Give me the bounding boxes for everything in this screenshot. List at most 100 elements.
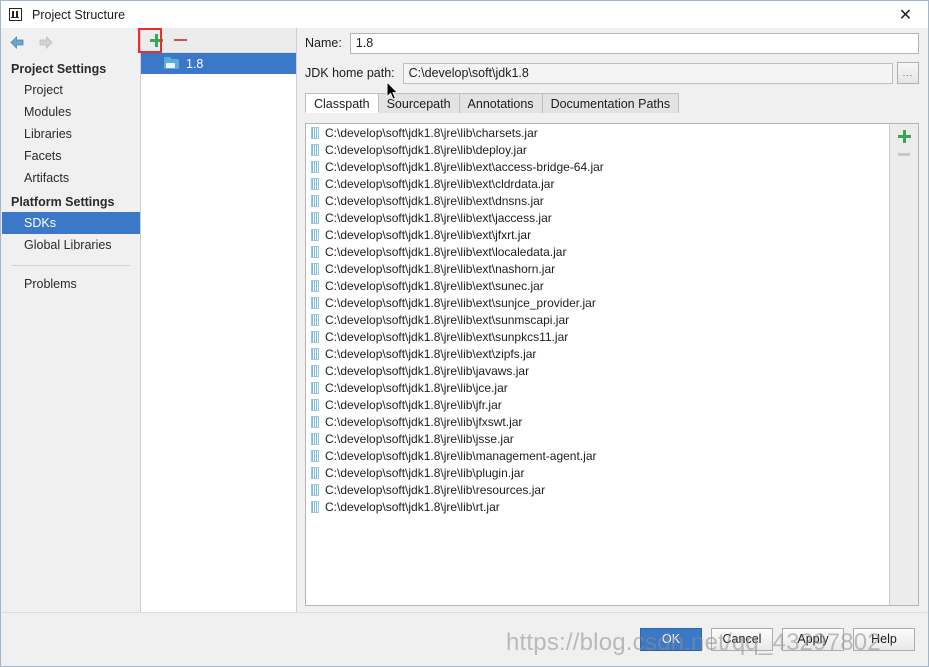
sdk-list-item[interactable]: 1.8 [141,53,296,74]
classpath-row-label: C:\develop\soft\jdk1.8\jre\lib\ext\dnsns… [325,193,544,208]
sdk-list-pane: 1.8 [141,28,297,614]
classpath-row-label: C:\develop\soft\jdk1.8\jre\lib\javaws.ja… [325,363,530,378]
jdk-home-path-input[interactable] [402,62,893,84]
tab-sourcepath[interactable]: Sourcepath [377,93,460,113]
classpath-row[interactable]: C:\develop\soft\jdk1.8\jre\lib\ext\sunjc… [306,294,889,311]
jar-icon [311,245,319,258]
sidebar-item-modules[interactable]: Modules [2,101,140,123]
name-field-row: Name: [297,28,927,58]
classpath-row-label: C:\develop\soft\jdk1.8\jre\lib\ext\sunjc… [325,295,596,310]
classpath-row-label: C:\develop\soft\jdk1.8\jre\lib\ext\local… [325,244,567,259]
window-title: Project Structure [32,7,126,22]
jar-icon [311,449,319,462]
classpath-row-label: C:\develop\soft\jdk1.8\jre\lib\ext\sunpk… [325,329,569,344]
classpath-row[interactable]: C:\develop\soft\jdk1.8\jre\lib\resources… [306,481,889,498]
jar-icon [311,194,319,207]
classpath-row[interactable]: C:\develop\soft\jdk1.8\jre\lib\ext\jacce… [306,209,889,226]
titlebar: Project Structure ✕ [1,1,928,28]
classpath-row[interactable]: C:\develop\soft\jdk1.8\jre\lib\ext\zipfs… [306,345,889,362]
jar-icon [311,262,319,275]
add-classpath-entry-button[interactable] [898,130,911,143]
tab-annotations[interactable]: Annotations [458,93,543,113]
classpath-row[interactable]: C:\develop\soft\jdk1.8\jre\lib\plugin.ja… [306,464,889,481]
classpath-row[interactable]: C:\develop\soft\jdk1.8\jre\lib\jfr.jar [306,396,889,413]
classpath-row[interactable]: C:\develop\soft\jdk1.8\jre\lib\ext\dnsns… [306,192,889,209]
jar-icon [311,415,319,428]
jar-icon [311,228,319,241]
classpath-row[interactable]: C:\develop\soft\jdk1.8\jre\lib\ext\sunms… [306,311,889,328]
jar-icon [311,143,319,156]
sdk-list-item-label: 1.8 [186,56,204,71]
jar-icon [311,313,319,326]
cancel-button[interactable]: Cancel [711,627,773,651]
browse-jdk-home-button[interactable]: ... [897,62,919,84]
classpath-row[interactable]: C:\develop\soft\jdk1.8\jre\lib\jce.jar [306,379,889,396]
classpath-row[interactable]: C:\develop\soft\jdk1.8\jre\lib\ext\acces… [306,158,889,175]
classpath-row[interactable]: C:\develop\soft\jdk1.8\jre\lib\ext\jfxrt… [306,226,889,243]
jar-icon [311,500,319,513]
sidebar-divider [12,265,130,266]
classpath-row-label: C:\develop\soft\jdk1.8\jre\lib\managemen… [325,448,597,463]
jar-icon [311,381,319,394]
classpath-row[interactable]: C:\develop\soft\jdk1.8\jre\lib\rt.jar [306,498,889,515]
classpath-row-label: C:\develop\soft\jdk1.8\jre\lib\ext\sunms… [325,312,570,327]
classpath-row[interactable]: C:\develop\soft\jdk1.8\jre\lib\jsse.jar [306,430,889,447]
classpath-row[interactable]: C:\develop\soft\jdk1.8\jre\lib\javaws.ja… [306,362,889,379]
classpath-row-label: C:\develop\soft\jdk1.8\jre\lib\ext\cldrd… [325,176,555,191]
ok-button[interactable]: OK [640,627,702,651]
jar-icon [311,432,319,445]
name-input[interactable] [349,32,919,54]
sidebar-item-project[interactable]: Project [2,79,140,101]
arrow-right-icon[interactable] [37,35,54,50]
jar-icon [311,466,319,479]
classpath-list[interactable]: C:\develop\soft\jdk1.8\jre\lib\charsets.… [305,123,889,606]
classpath-row-label: C:\develop\soft\jdk1.8\jre\lib\jfxswt.ja… [325,414,523,429]
classpath-row[interactable]: C:\develop\soft\jdk1.8\jre\lib\managemen… [306,447,889,464]
close-icon[interactable]: ✕ [883,1,928,28]
classpath-row-label: C:\develop\soft\jdk1.8\jre\lib\jsse.jar [325,431,514,446]
classpath-row-label: C:\develop\soft\jdk1.8\jre\lib\jce.jar [325,380,508,395]
sidebar-item-artifacts[interactable]: Artifacts [2,167,140,189]
classpath-row[interactable]: C:\develop\soft\jdk1.8\jre\lib\charsets.… [306,124,889,141]
detail-tabs: Classpath Sourcepath Annotations Documen… [305,92,927,113]
tab-classpath[interactable]: Classpath [305,93,379,113]
apply-button[interactable]: Apply [782,627,844,651]
sidebar-item-facets[interactable]: Facets [2,145,140,167]
jar-icon [311,160,319,173]
classpath-side-toolbar [889,123,919,606]
classpath-row[interactable]: C:\develop\soft\jdk1.8\jre\lib\ext\nasho… [306,260,889,277]
sidebar: Project Settings Project Modules Librari… [2,28,141,614]
sidebar-group-platform-settings: Platform Settings [11,195,115,209]
classpath-row-label: C:\develop\soft\jdk1.8\jre\lib\charsets.… [325,125,538,140]
sdk-toolbar [141,28,296,53]
remove-sdk-button[interactable] [168,29,192,51]
remove-classpath-entry-button[interactable] [898,153,910,156]
classpath-row-label: C:\develop\soft\jdk1.8\jre\lib\deploy.ja… [325,142,527,157]
classpath-row[interactable]: C:\develop\soft\jdk1.8\jre\lib\jfxswt.ja… [306,413,889,430]
classpath-row[interactable]: C:\develop\soft\jdk1.8\jre\lib\ext\sunpk… [306,328,889,345]
name-field-label: Name: [305,36,342,50]
classpath-row-label: C:\develop\soft\jdk1.8\jre\lib\ext\acces… [325,159,604,174]
folder-icon [164,57,180,70]
intellij-idea-icon [8,7,24,23]
sidebar-item-libraries[interactable]: Libraries [2,123,140,145]
jar-icon [311,483,319,496]
help-button[interactable]: Help [853,627,915,651]
sidebar-item-sdks[interactable]: SDKs [2,212,140,234]
project-structure-dialog: Project Structure ✕ Project Settings Pro… [0,0,929,667]
jdk-home-path-label: JDK home path: [305,66,395,80]
classpath-row[interactable]: C:\develop\soft\jdk1.8\jre\lib\ext\cldrd… [306,175,889,192]
classpath-row[interactable]: C:\develop\soft\jdk1.8\jre\lib\ext\local… [306,243,889,260]
jar-icon [311,211,319,224]
ellipsis-icon: ... [902,68,914,78]
jar-icon [311,347,319,360]
nav-arrows [2,28,140,56]
sidebar-item-global-libraries[interactable]: Global Libraries [2,234,140,256]
classpath-row[interactable]: C:\develop\soft\jdk1.8\jre\lib\deploy.ja… [306,141,889,158]
classpath-row[interactable]: C:\develop\soft\jdk1.8\jre\lib\ext\sunec… [306,277,889,294]
classpath-row-label: C:\develop\soft\jdk1.8\jre\lib\rt.jar [325,499,500,514]
tab-documentation-paths[interactable]: Documentation Paths [541,93,680,113]
sidebar-item-problems[interactable]: Problems [2,273,140,295]
sdk-detail-pane: Name: JDK home path: ... Classpath Sourc… [297,28,927,614]
arrow-left-icon[interactable] [9,35,26,50]
